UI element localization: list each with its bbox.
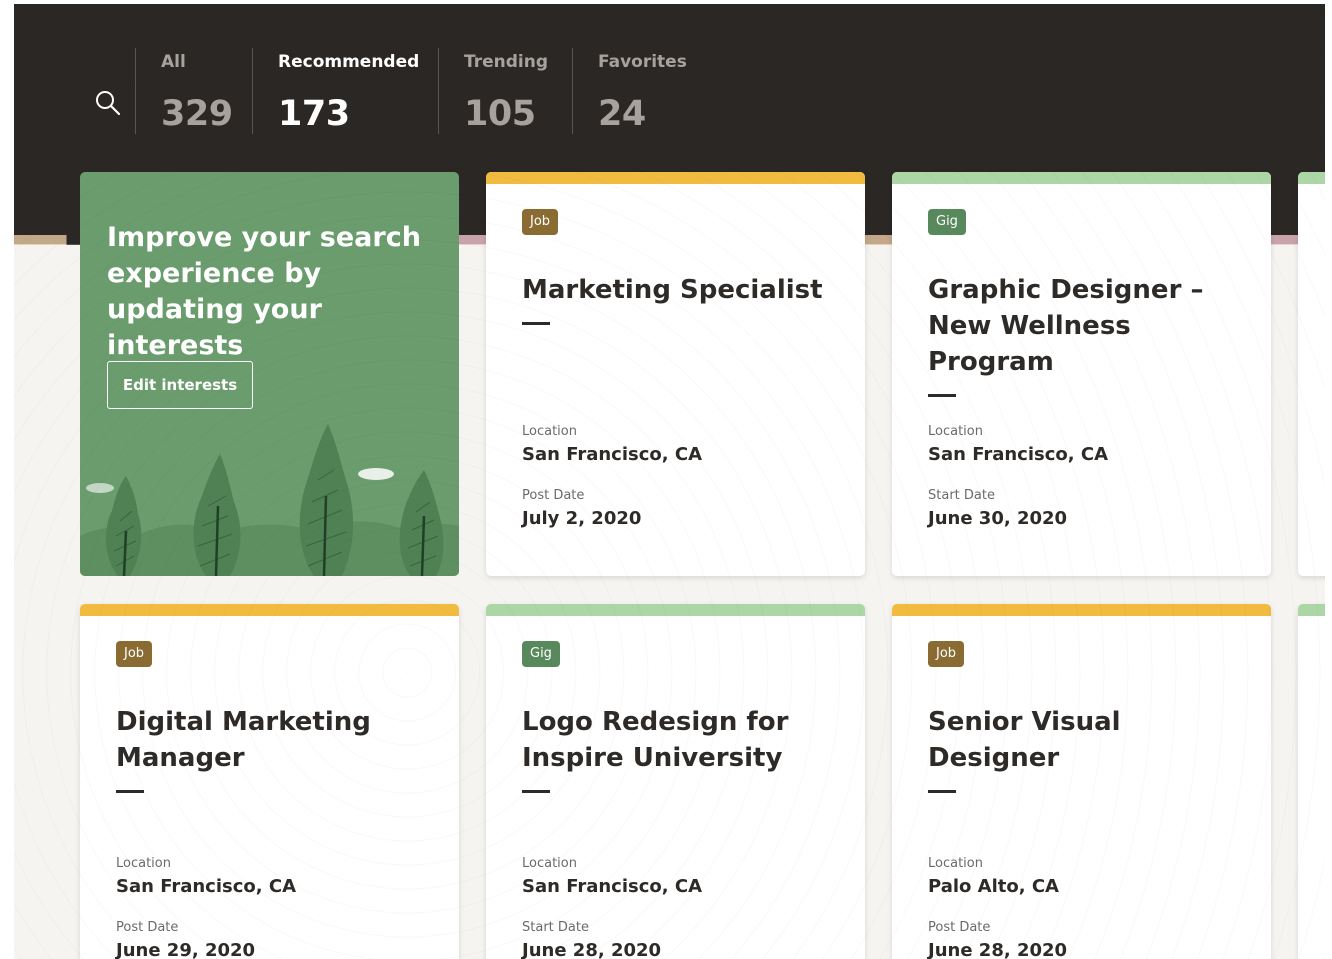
- title-dash: [522, 790, 550, 793]
- field-label: Start Date: [928, 488, 995, 503]
- title-dash: [116, 790, 144, 793]
- edit-interests-button[interactable]: Edit interests: [107, 361, 253, 409]
- listing-card[interactable]: Job Senior Visual Designer Location Palo…: [892, 604, 1271, 959]
- card-accent-bar: [486, 604, 865, 616]
- type-badge: Job: [522, 209, 559, 235]
- field-label: Location: [928, 856, 983, 871]
- divider: [135, 48, 136, 134]
- search-button[interactable]: [92, 88, 124, 122]
- card-title[interactable]: Logo Redesign for Inspire University: [522, 704, 832, 793]
- divider: [252, 48, 253, 134]
- field-value: June 29, 2020: [116, 940, 256, 959]
- card-accent-bar: [1298, 604, 1325, 616]
- type-badge: Gig: [928, 209, 966, 235]
- filter-tab-all[interactable]: All 329: [135, 48, 251, 138]
- field-value: Palo Alto, CA: [928, 876, 1059, 897]
- filter-label: Favorites: [598, 52, 687, 72]
- search-icon: [94, 89, 122, 121]
- type-badge: Gig: [522, 641, 560, 667]
- type-badge: Job: [928, 641, 965, 667]
- divider: [438, 48, 439, 134]
- filter-label: Recommended: [278, 52, 420, 72]
- card-title-text: Graphic Designer – New Wellness Program: [928, 275, 1204, 377]
- field-value: San Francisco, CA: [928, 444, 1109, 465]
- title-dash: [928, 790, 956, 793]
- field-label: Location: [928, 424, 983, 439]
- card-accent-bar: [486, 172, 865, 184]
- card-title[interactable]: Marketing Specialist: [522, 272, 832, 325]
- type-badge: Job: [116, 641, 153, 667]
- next-card-peek[interactable]: [1298, 172, 1325, 576]
- card-accent-bar: [1298, 172, 1325, 184]
- promo-card: Improve your search experience by updati…: [80, 172, 459, 576]
- divider: [572, 48, 573, 134]
- title-dash: [928, 394, 956, 397]
- field-label: Post Date: [928, 920, 991, 935]
- listing-card[interactable]: Job Marketing Specialist Location San Fr…: [486, 172, 865, 576]
- app-frame: All 329 Recommended 173 Trending 105 Fav…: [14, 4, 1325, 959]
- filter-tab-trending[interactable]: Trending 105: [438, 48, 572, 138]
- card-title-text: Logo Redesign for Inspire University: [522, 707, 789, 773]
- field-label: Post Date: [522, 488, 585, 503]
- field-label: Location: [522, 856, 577, 871]
- filter-tab-recommended[interactable]: Recommended 173: [252, 48, 438, 138]
- field-value: San Francisco, CA: [116, 876, 297, 897]
- card-accent-bar: [892, 604, 1271, 616]
- card-accent-bar: [80, 604, 459, 616]
- field-label: Location: [522, 424, 577, 439]
- field-value: June 28, 2020: [522, 940, 662, 959]
- card-accent-bar: [892, 172, 1271, 184]
- filter-label: All: [161, 52, 186, 72]
- listing-card[interactable]: Gig Graphic Designer – New Wellness Prog…: [892, 172, 1271, 576]
- title-dash: [522, 322, 550, 325]
- field-value: San Francisco, CA: [522, 876, 703, 897]
- listing-card[interactable]: Job Digital Marketing Manager Location S…: [80, 604, 459, 959]
- next-card-peek[interactable]: [1298, 604, 1325, 959]
- card-title[interactable]: Graphic Designer – New Wellness Program: [928, 272, 1238, 397]
- field-label: Location: [116, 856, 171, 871]
- promo-text: Improve your search experience by updati…: [107, 222, 421, 361]
- filter-count: 105: [464, 94, 536, 134]
- field-label: Start Date: [522, 920, 589, 935]
- field-value: June 28, 2020: [928, 940, 1068, 959]
- listing-card[interactable]: Gig Logo Redesign for Inspire University…: [486, 604, 865, 959]
- field-label: Post Date: [116, 920, 179, 935]
- field-value: June 30, 2020: [928, 508, 1068, 529]
- filter-label: Trending: [464, 52, 549, 72]
- card-title[interactable]: Senior Visual Designer: [928, 704, 1238, 793]
- card-title[interactable]: Digital Marketing Manager: [116, 704, 426, 793]
- filter-count: 173: [278, 94, 350, 134]
- field-value: July 2, 2020: [522, 508, 642, 529]
- card-title-text: Digital Marketing Manager: [116, 707, 371, 773]
- card-title-text: Marketing Specialist: [522, 275, 823, 305]
- filter-count: 24: [598, 94, 646, 134]
- filter-count: 329: [161, 94, 233, 134]
- card-title-text: Senior Visual Designer: [928, 707, 1121, 773]
- filter-tab-favorites[interactable]: Favorites 24: [572, 48, 706, 138]
- field-value: San Francisco, CA: [522, 444, 703, 465]
- trees-illustration: [80, 424, 459, 576]
